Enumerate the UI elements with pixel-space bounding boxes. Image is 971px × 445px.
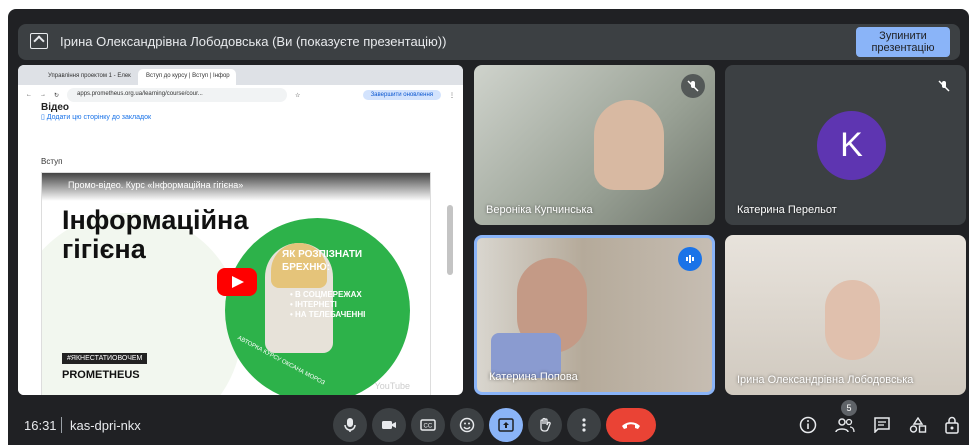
video-title: Інформаційна гігієна (62, 206, 248, 264)
participant-count-badge: 5 (841, 400, 857, 416)
bookmark-link[interactable]: ▯ Додати цю сторінку до закладок (41, 113, 151, 121)
people-icon (835, 418, 855, 433)
shared-screen: Управління проектом 1 - Елек Вступ до ку… (18, 65, 463, 395)
participant-tile-speaking[interactable]: Катерина Попова (474, 235, 715, 395)
meeting-code: kas-dpri-nkx (70, 418, 141, 433)
hangup-icon (622, 422, 640, 429)
more-options-button[interactable] (567, 408, 601, 442)
kebab-icon[interactable]: ⋮ (449, 92, 455, 99)
captions-button[interactable]: CC (411, 408, 445, 442)
video-title-line2: гігієна (62, 234, 146, 264)
browser-tab-active[interactable]: Вступ до курсу | Вступ | Інфор (138, 69, 236, 85)
embedded-video[interactable]: Промо-відео. Курс «Інформаційна гігієна»… (41, 172, 431, 395)
host-controls-icon (945, 416, 959, 434)
video-question: ЯК РОЗПІЗНАТИ БРЕХНЮ: (282, 249, 363, 273)
hashtag-label: #ЯКНЕСТАТИОВОЧЕМ (62, 353, 148, 364)
people-button[interactable] (833, 413, 857, 437)
participant-name: Катерина Перельот (737, 204, 837, 216)
banner-title: Ірина Олександрівна Лободовська (Ви (пок… (60, 34, 447, 49)
address-bar[interactable]: apps.prometheus.org.ua/learning/course/c… (67, 88, 288, 102)
host-controls-button[interactable] (940, 413, 964, 437)
participant-tile[interactable]: Вероніка Купчинська (474, 65, 715, 225)
section-title: Вступ (41, 157, 63, 166)
control-bar: 16:31 kas-dpri-nkx CC 5 (8, 400, 969, 445)
participant-name: Ірина Олександрівна Лободовська (737, 374, 914, 386)
participant-name: Катерина Попова (489, 371, 578, 383)
presenting-banner: Ірина Олександрівна Лободовська (Ви (пок… (18, 24, 960, 60)
back-icon[interactable]: ← (26, 92, 32, 98)
page-heading: Відео (41, 102, 70, 113)
participant-name: Вероніка Купчинська (486, 204, 593, 216)
meet-window: Ірина Олександрівна Лободовська (Ви (пок… (8, 9, 969, 445)
video-title-line1: Інформаційна (62, 205, 249, 235)
participant-tile[interactable]: Ірина Олександрівна Лободовська (725, 235, 966, 395)
meeting-info-button[interactable] (796, 413, 820, 437)
more-icon (582, 418, 586, 432)
activities-icon (909, 417, 927, 433)
video-title-bar: Промо-відео. Курс «Інформаційна гігієна» (42, 173, 430, 201)
update-button[interactable]: Завершити оновлення (362, 90, 441, 100)
browser-tab[interactable]: Управління проектом 1 - Елек (40, 69, 138, 85)
scrollbar[interactable] (447, 205, 453, 275)
video-top-title: Промо-відео. Курс «Інформаційна гігієна» (68, 180, 244, 190)
forward-icon[interactable]: → (40, 92, 46, 98)
bookmark-label: Додати цю сторінку до закладок (46, 114, 152, 121)
mic-off-icon (681, 74, 705, 98)
mic-icon (344, 418, 356, 432)
camera-button[interactable] (372, 408, 406, 442)
browser-toolbar: ← → ↻ apps.prometheus.org.ua/learning/co… (18, 85, 463, 105)
activities-button[interactable] (906, 413, 930, 437)
prometheus-logo: PROMETHEUS (62, 369, 140, 381)
chat-button[interactable] (870, 413, 894, 437)
raise-hand-button[interactable] (528, 408, 562, 442)
web-page: Відео ▯ Додати цю сторінку до закладок В… (18, 102, 455, 395)
star-icon[interactable]: ☆ (295, 92, 300, 99)
speaking-indicator-icon (678, 247, 702, 271)
clock: 16:31 (24, 418, 57, 433)
divider (61, 417, 62, 433)
emoji-icon (459, 417, 475, 433)
youtube-watermark: YouTube (374, 381, 410, 391)
svg-text:CC: CC (424, 424, 433, 430)
mic-button[interactable] (333, 408, 367, 442)
mic-off-icon (932, 74, 956, 98)
raise-hand-icon (540, 417, 551, 432)
participant-video (825, 280, 880, 360)
emoji-button[interactable] (450, 408, 484, 442)
captions-icon: CC (420, 419, 436, 431)
avatar: K (817, 111, 886, 180)
video-bullets: • В СОЦМЕРЕЖАХ • ІНТЕРНЕТІ • НА ТЕЛЕБАЧЕ… (290, 290, 366, 319)
reload-icon[interactable]: ↻ (54, 92, 59, 99)
leave-call-button[interactable] (606, 408, 656, 442)
participant-tile[interactable]: K Катерина Перельот (725, 65, 966, 225)
browser-tab-strip: Управління проектом 1 - Елек Вступ до ку… (18, 65, 463, 85)
present-button[interactable] (489, 408, 523, 442)
camera-icon (382, 421, 396, 429)
present-icon (498, 418, 514, 432)
stop-presenting-button[interactable]: Зупинити презентацію (856, 27, 950, 57)
chat-icon (874, 417, 890, 433)
present-icon (30, 33, 48, 49)
info-icon (799, 416, 817, 434)
participant-video (594, 100, 664, 190)
youtube-play-icon[interactable] (217, 268, 257, 296)
